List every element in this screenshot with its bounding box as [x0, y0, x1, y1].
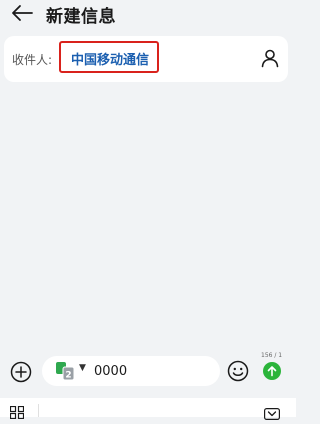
message-input[interactable]: [94, 362, 214, 380]
recipient-chip[interactable]: 中国移动通信: [59, 41, 159, 73]
page-title: 新建信息: [46, 7, 116, 27]
apps-icon[interactable]: [9, 404, 25, 420]
collapse-keyboard-icon[interactable]: [264, 405, 281, 421]
back-arrow-icon[interactable]: [10, 3, 34, 23]
recipient-label: 收件人:: [12, 53, 53, 67]
recipient-name: 中国移动通信: [71, 53, 150, 68]
sim-card-icon[interactable]: 2: [56, 362, 76, 381]
sim-number: 2: [65, 371, 71, 381]
dropdown-icon[interactable]: ▼: [79, 363, 86, 373]
contact-icon[interactable]: [260, 48, 280, 68]
message-input-container[interactable]: 2 ▼: [42, 356, 220, 386]
recipient-field[interactable]: 收件人: 中国移动通信: [4, 36, 288, 82]
compose-bar: 2 ▼ 156 / 1: [0, 348, 296, 394]
add-icon[interactable]: [10, 361, 32, 383]
bottom-toolbar: [0, 398, 296, 421]
divider: [38, 404, 39, 417]
header-bar: 新建信息: [0, 0, 296, 30]
emoji-icon[interactable]: [227, 360, 249, 382]
char-counter: 156 / 1: [261, 352, 283, 359]
send-icon[interactable]: [263, 362, 281, 380]
